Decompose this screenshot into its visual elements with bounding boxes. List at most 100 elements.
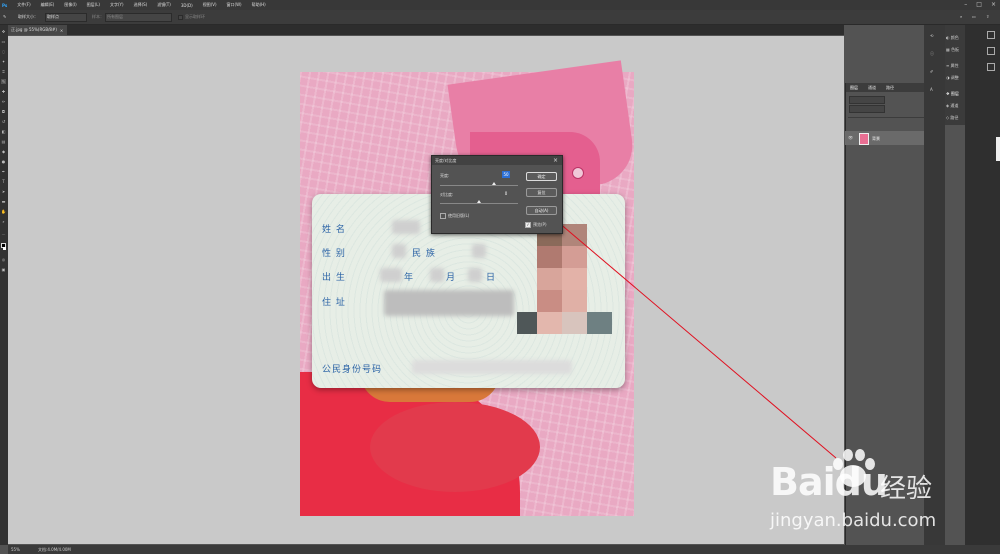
dock-channels[interactable]: ◈ 通道 xyxy=(946,103,958,109)
panel-divider xyxy=(848,117,936,118)
eyedropper-tool-icon[interactable]: ✎ xyxy=(1,79,6,84)
menu-filter[interactable]: 滤镜(T) xyxy=(157,2,171,8)
tab-layers[interactable]: 图层 xyxy=(850,85,858,91)
edge-icon-2[interactable] xyxy=(987,47,995,55)
dialog-titlebar[interactable]: 亮度/对比度 × xyxy=(432,156,562,165)
contrast-slider-thumb[interactable] xyxy=(477,200,481,203)
show-ring-checkbox[interactable] xyxy=(178,15,183,20)
zoom-tool-icon[interactable]: ⌕ xyxy=(1,219,6,224)
brightness-slider[interactable] xyxy=(440,185,518,186)
edge-scroll-handle[interactable] xyxy=(996,137,1000,161)
magic-wand-icon[interactable]: ✦ xyxy=(1,59,6,64)
edge-icon-1[interactable] xyxy=(987,31,995,39)
history-icon[interactable]: ⟲ xyxy=(930,33,933,38)
menu-view[interactable]: 视图(V) xyxy=(203,2,217,8)
brush-tool-icon[interactable]: ✏ xyxy=(1,99,6,104)
menu-layer[interactable]: 图层(L) xyxy=(87,2,100,8)
more-tools-icon[interactable]: … xyxy=(1,231,6,236)
brightness-slider-thumb[interactable] xyxy=(491,182,496,185)
eraser-tool-icon[interactable]: ◧ xyxy=(1,129,6,134)
workspace-icon[interactable]: ▭ xyxy=(972,14,976,19)
share-icon[interactable]: ⇪ xyxy=(986,14,989,19)
menu-select[interactable]: 选择(S) xyxy=(134,2,148,8)
shape-tool-icon[interactable]: ▬ xyxy=(1,199,6,204)
gradient-tool-icon[interactable]: ▤ xyxy=(1,139,6,144)
watermark-cn: 经验 xyxy=(880,474,933,504)
tab-channels[interactable]: 通道 xyxy=(868,85,876,91)
contrast-slider[interactable] xyxy=(440,203,518,204)
sample-size-label: 取样大小： xyxy=(18,14,38,19)
document-tab[interactable]: 正.jpg @ 55%(RGB/8#) × xyxy=(8,25,67,35)
brightness-input[interactable]: 50 xyxy=(502,171,510,178)
color-icon: ◐ xyxy=(946,35,950,40)
pen-tool-icon[interactable]: ✒ xyxy=(1,169,6,174)
ok-button[interactable]: 确定 xyxy=(526,172,557,181)
character-icon[interactable]: A xyxy=(930,87,933,92)
watermark-brand: Baidu xyxy=(770,460,888,504)
blur-tool-icon[interactable]: ◆ xyxy=(1,149,6,154)
screen-mode-icon[interactable]: ▣ xyxy=(1,267,6,272)
type-tool-icon[interactable]: T xyxy=(1,179,6,184)
lasso-tool-icon[interactable]: ◌ xyxy=(1,49,6,54)
edge-icon-3[interactable] xyxy=(987,63,995,71)
dock-paths-label: 路径 xyxy=(950,115,959,120)
dock-paths[interactable]: ◇ 路径 xyxy=(946,115,958,121)
quick-mask-icon[interactable]: ◎ xyxy=(1,257,6,262)
ps-logo[interactable]: Ps xyxy=(2,3,7,8)
dock-properties[interactable]: ≡ 属性 xyxy=(946,63,959,69)
layer-name: 背景 xyxy=(872,136,880,141)
close-button[interactable]: × xyxy=(991,1,996,8)
dock-adjustments[interactable]: ◑ 调整 xyxy=(946,75,959,81)
reset-button[interactable]: 复位 xyxy=(526,188,557,197)
marquee-tool-icon[interactable]: ▭ xyxy=(1,39,6,44)
dodge-tool-icon[interactable]: ● xyxy=(1,159,6,164)
eyedropper-icon[interactable]: ✎ xyxy=(3,14,6,19)
dock-swatches[interactable]: ▦ 色板 xyxy=(946,47,959,53)
canvas-area[interactable]: 姓 名 性 别 民 族 出 生 年 月 日 住 址 公民身份号码 xyxy=(8,36,844,544)
preview-checkbox[interactable]: ✓ xyxy=(525,222,531,228)
menu-help[interactable]: 帮助(H) xyxy=(252,2,266,8)
hand-tool-icon[interactable]: ✋ xyxy=(1,209,6,214)
minimize-button[interactable]: – xyxy=(964,1,967,8)
tab-paths[interactable]: 路径 xyxy=(886,85,894,91)
menu-window[interactable]: 窗口(W) xyxy=(227,2,242,8)
maximize-button[interactable]: □ xyxy=(976,1,982,8)
path-select-icon[interactable]: ➤ xyxy=(1,189,6,194)
sample-label: 样本： xyxy=(92,14,104,19)
blend-mode-select[interactable] xyxy=(849,105,885,113)
close-tab-icon[interactable]: × xyxy=(60,28,63,33)
menu-edit[interactable]: 编辑(E) xyxy=(41,2,55,8)
dock-swatches-label: 色板 xyxy=(951,47,960,52)
menu-file[interactable]: 文件(F) xyxy=(17,2,30,8)
menu-image[interactable]: 图像(I) xyxy=(64,2,76,8)
move-tool-icon[interactable]: ✥ xyxy=(1,29,6,34)
preview-label: 预览(P) xyxy=(533,222,547,227)
menu-type[interactable]: 文字(Y) xyxy=(110,2,124,8)
baidu-watermark: Baidu 经验 jingyan.baidu.com xyxy=(770,448,1000,548)
eye-icon[interactable]: 👁 xyxy=(848,135,853,140)
dialog-close-icon[interactable]: × xyxy=(553,157,558,164)
dock-color[interactable]: ◐ 颜色 xyxy=(946,35,959,41)
zoom-level[interactable]: 55% xyxy=(11,547,20,552)
background-color-swatch[interactable] xyxy=(3,247,6,250)
layer-filter-select[interactable] xyxy=(849,96,885,104)
stamp-tool-icon[interactable]: ◘ xyxy=(1,109,6,114)
auto-button[interactable]: 自动(A) xyxy=(526,206,557,215)
history-brush-icon[interactable]: ↺ xyxy=(1,119,6,124)
watermark-url: jingyan.baidu.com xyxy=(770,510,937,531)
document-tab-bar xyxy=(8,25,844,35)
contrast-input[interactable]: 0 xyxy=(502,190,510,197)
document-size: 文档:4.0M/4.00M xyxy=(38,547,71,552)
adjustments-icon: ◑ xyxy=(946,75,950,80)
dock-layers[interactable]: ❖ 图层 xyxy=(946,91,959,97)
crop-tool-icon[interactable]: ⌗ xyxy=(1,69,6,74)
use-legacy-checkbox[interactable] xyxy=(440,213,446,219)
search-icon[interactable]: ⌕ xyxy=(960,14,962,19)
healing-brush-icon[interactable]: ✚ xyxy=(1,89,6,94)
window-controls: – □ × xyxy=(964,1,996,8)
brush-settings-icon[interactable]: ✐ xyxy=(930,69,933,74)
menu-bar: Ps 文件(F) 编辑(E) 图像(I) 图层(L) 文字(Y) 选择(S) 滤… xyxy=(0,0,1000,10)
menu-3d[interactable]: 3D(D) xyxy=(181,3,193,8)
info-icon[interactable]: ⓘ xyxy=(930,51,934,57)
paths-icon: ◇ xyxy=(946,115,950,120)
